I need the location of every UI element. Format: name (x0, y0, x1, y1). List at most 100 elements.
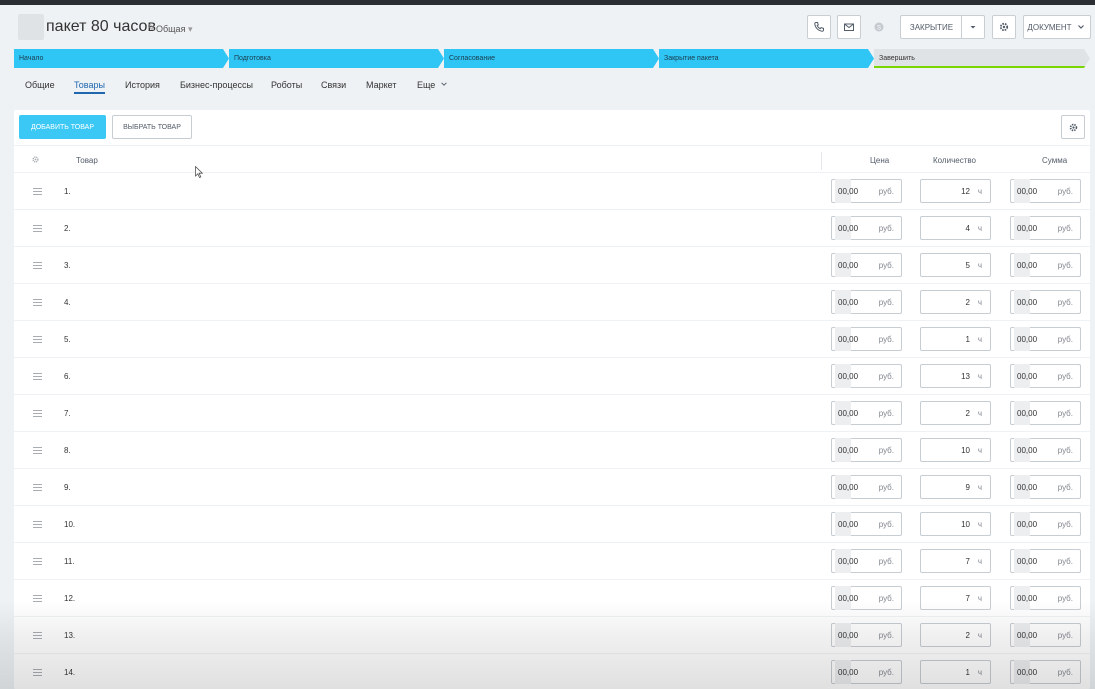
sum-currency: руб. (1057, 557, 1073, 566)
drag-handle-icon[interactable] (33, 632, 42, 639)
sum-input[interactable]: 00,00 руб. (1010, 327, 1081, 351)
tab-history[interactable]: История (125, 80, 160, 90)
phone-icon (814, 22, 824, 32)
row-number: 12. (64, 594, 76, 603)
sum-input[interactable]: 00,00 руб. (1010, 660, 1081, 684)
price-input[interactable]: 00,00 руб. (831, 623, 902, 647)
quantity-input[interactable]: 7ч (920, 549, 991, 573)
quantity-input[interactable]: 9ч (920, 475, 991, 499)
drag-handle-icon[interactable] (33, 484, 42, 491)
quantity-input[interactable]: 13 ч (920, 364, 991, 388)
price-input[interactable]: 00,00 руб. (831, 549, 902, 573)
tab-more[interactable]: Еще (417, 80, 448, 90)
price-input[interactable]: 00,00 руб. (831, 512, 902, 536)
quantity-input[interactable]: 4ч (920, 216, 991, 240)
price-input[interactable]: 00,00 руб. (831, 438, 902, 462)
drag-handle-icon[interactable] (33, 595, 42, 602)
table-row: 1. 00,00 руб. 12 ч 00,00 руб. (14, 173, 1090, 210)
skype-button[interactable]: S (867, 15, 891, 39)
call-button[interactable] (807, 15, 831, 39)
price-input[interactable]: 00,00 руб. (831, 586, 902, 610)
price-input[interactable]: 00,00 руб. (831, 660, 902, 684)
quantity-input[interactable]: 12 ч (920, 179, 991, 203)
stage-package-closing[interactable]: Закрытие пакета (659, 49, 874, 68)
quantity-input[interactable]: 2ч (920, 290, 991, 314)
category-selector[interactable]: Общая ▾ (156, 24, 193, 35)
price-input[interactable]: 00,00 руб. (831, 401, 902, 425)
closing-dropdown-button[interactable] (961, 15, 985, 39)
price-input[interactable]: 00,00 руб. (831, 290, 902, 314)
quantity-value: 7 (965, 557, 970, 566)
price-input[interactable]: 00,00 руб. (831, 216, 902, 240)
sum-input[interactable]: 00,00 руб. (1010, 216, 1081, 240)
stage-preparation[interactable]: Подготовка (229, 49, 444, 68)
select-product-button[interactable]: ВЫБРАТЬ ТОВАР (112, 115, 192, 139)
stage-approval[interactable]: Согласование (444, 49, 659, 68)
drag-handle-icon[interactable] (33, 558, 42, 565)
drag-handle-icon[interactable] (33, 447, 42, 454)
add-product-button[interactable]: ДОБАВИТЬ ТОВАР (19, 115, 106, 139)
title-prefix-blurred (18, 14, 44, 40)
price-input[interactable]: 00,00 руб. (831, 253, 902, 277)
sum-input[interactable]: 00,00 руб. (1010, 549, 1081, 573)
tab-links[interactable]: Связи (321, 80, 346, 90)
column-header-quantity[interactable]: Количество (933, 156, 976, 165)
price-input[interactable]: 00,00 руб. (831, 327, 902, 351)
quantity-input[interactable]: 1ч (920, 327, 991, 351)
tab-products[interactable]: Товары (74, 80, 105, 94)
column-settings-gear-icon[interactable] (31, 155, 40, 164)
table-row: 3. 00,00 руб. 5 ч 00,00 руб. (14, 247, 1090, 284)
sum-input[interactable]: 00,00 руб. (1010, 623, 1081, 647)
sum-input[interactable]: 00,00 руб. (1010, 586, 1081, 610)
sum-input[interactable]: 00,00 руб. (1010, 512, 1081, 536)
drag-handle-icon[interactable] (33, 521, 42, 528)
quantity-input[interactable]: 1ч (920, 660, 991, 684)
drag-handle-icon[interactable] (33, 669, 42, 676)
closing-button[interactable]: ЗАКРЫТИЕ (900, 15, 962, 39)
price-input[interactable]: 00,00 руб. (831, 364, 902, 388)
stage-finish[interactable]: Завершить (874, 49, 1090, 68)
column-header-sum[interactable]: Сумма (1042, 156, 1067, 165)
drag-handle-icon[interactable] (33, 373, 42, 380)
stage-start[interactable]: Начало (14, 49, 229, 68)
sum-input[interactable]: 00,00 руб. (1010, 253, 1081, 277)
tab-market[interactable]: Маркет (366, 80, 396, 90)
sum-input[interactable]: 00,00 руб. (1010, 290, 1081, 314)
drag-handle-icon[interactable] (33, 336, 42, 343)
price-currency: руб. (878, 261, 894, 270)
drag-handle-icon[interactable] (33, 299, 42, 306)
drag-handle-icon[interactable] (33, 410, 42, 417)
drag-handle-icon[interactable] (33, 188, 42, 195)
sum-value: 00,00 (1017, 446, 1038, 455)
row-number: 8. (64, 446, 71, 455)
email-button[interactable] (837, 15, 861, 39)
quantity-input[interactable]: 7ч (920, 586, 991, 610)
sum-input[interactable]: 00,00 руб. (1010, 475, 1081, 499)
quantity-input[interactable]: 2ч (920, 401, 991, 425)
price-input[interactable]: 00,00 руб. (831, 179, 902, 203)
tab-business-processes[interactable]: Бизнес-процессы (180, 80, 253, 90)
table-row: 13. 00,00 руб. 2 ч 00,00 руб. (14, 617, 1090, 654)
tab-general[interactable]: Общие (25, 80, 55, 90)
grid-settings-button[interactable] (1061, 115, 1085, 139)
quantity-input[interactable]: 2ч (920, 623, 991, 647)
column-header-price[interactable]: Цена (870, 156, 889, 165)
column-header-product[interactable]: Товар (76, 156, 98, 165)
quantity-input[interactable]: 10 ч (920, 438, 991, 462)
drag-handle-icon[interactable] (33, 262, 42, 269)
settings-button[interactable] (992, 15, 1016, 39)
price-input[interactable]: 00,00 руб. (831, 475, 902, 499)
sum-currency: руб. (1057, 446, 1073, 455)
sum-input[interactable]: 00,00 руб. (1010, 401, 1081, 425)
quantity-unit: ч (977, 298, 982, 307)
table-row: 9. 00,00 руб. 9 ч 00,00 руб. (14, 469, 1090, 506)
quantity-input[interactable]: 10 ч (920, 512, 991, 536)
tab-robots[interactable]: Роботы (271, 80, 302, 90)
drag-handle-icon[interactable] (33, 225, 42, 232)
edit-title-icon[interactable]: ✎ (147, 23, 155, 34)
sum-input[interactable]: 00,00 руб. (1010, 364, 1081, 388)
sum-input[interactable]: 00,00 руб. (1010, 179, 1081, 203)
quantity-input[interactable]: 5ч (920, 253, 991, 277)
document-button[interactable]: ДОКУМЕНТ (1023, 15, 1091, 39)
sum-input[interactable]: 00,00 руб. (1010, 438, 1081, 462)
